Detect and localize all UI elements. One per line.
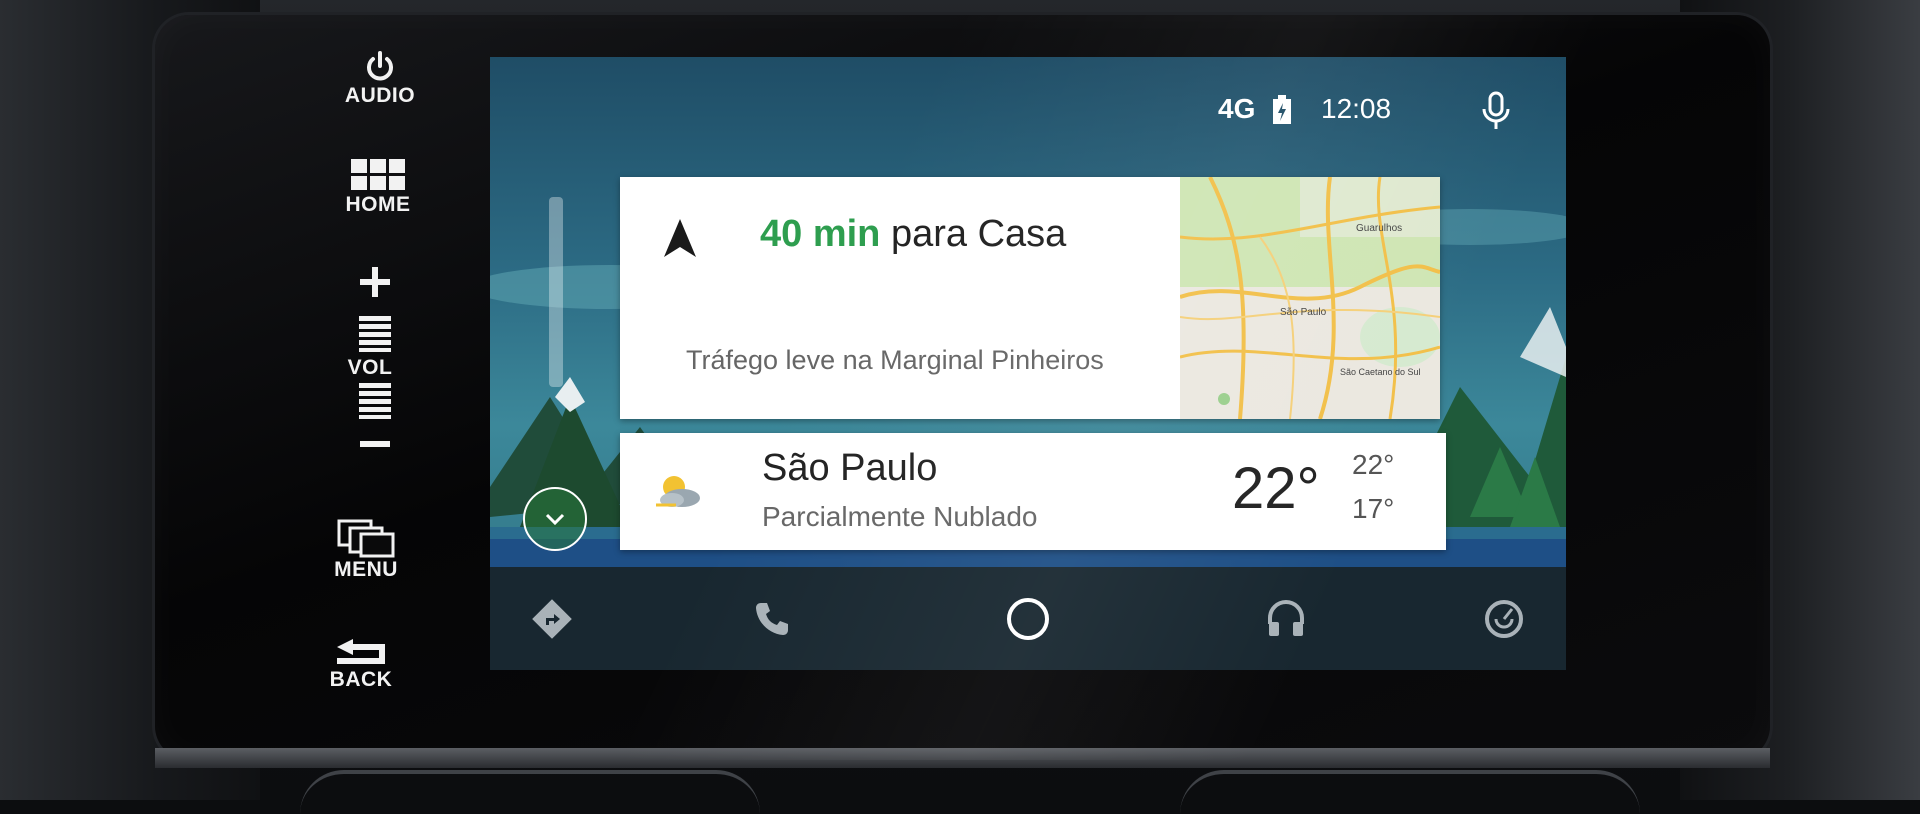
weather-city: São Paulo [762,447,938,489]
volume-up-button[interactable] [315,265,435,299]
expand-button[interactable] [523,487,587,551]
exit-nav-button[interactable] [1472,587,1536,651]
minus-icon [360,441,390,447]
power-icon [367,51,393,81]
route-map[interactable]: Guarulhos São Paulo São Caetano do Sul [1180,177,1440,419]
low-temperature: 17° [1352,493,1395,524]
audio-label: AUDIO [344,84,416,107]
volume-label: VOL [347,356,393,379]
home-label: HOME [345,193,411,216]
music-nav-button[interactable] [1254,587,1318,651]
battery-icon [1273,95,1291,124]
back-button[interactable]: BACK [301,636,421,692]
partly-cloudy-icon [656,476,700,507]
navigation-card[interactable]: 40 min para Casa Tráfego leve na Margina… [620,177,1440,419]
navigation-arrow-icon [664,219,696,257]
navigation-icon [532,599,572,639]
headphones-icon [1268,600,1304,636]
home-circle-icon [1007,598,1049,640]
navigation-nav-button[interactable] [520,587,584,651]
bottom-nav-bar [490,567,1566,670]
menu-button[interactable]: MENU [306,518,426,582]
home-nav-button[interactable] [996,587,1060,651]
volume-level-icon [359,316,391,352]
back-label: BACK [329,668,393,691]
volume-bars-bottom [315,382,435,420]
map-label-sao-paulo: São Paulo [1280,307,1327,318]
weather-condition: Parcialmente Nublado [762,501,1038,532]
clock: 12:08 [1321,93,1392,124]
air-vent-left [300,770,760,814]
weather-card[interactable]: São Paulo Parcialmente Nublado 22° 22° 1… [620,433,1446,550]
map-label-guarulhos: Guarulhos [1356,223,1403,234]
eta-time: 40 min [760,213,881,255]
menu-windows-icon [337,519,395,558]
home-button[interactable]: HOME [318,157,438,217]
eta-line: 40 min para Casa [760,213,1066,256]
map-label-sao-caetano: São Caetano do Sul [1340,367,1421,377]
android-auto-screen: 4G 12:08 40 min para Casa Tráfego leve n… [490,57,1566,670]
air-vent-right [1180,770,1640,814]
microphone-icon[interactable] [1480,91,1512,131]
volume-label-box: VOL [310,356,430,380]
high-temperature: 22° [1352,449,1395,480]
phone-nav-button[interactable] [740,587,804,651]
menu-label: MENU [334,558,398,581]
audio-button[interactable]: AUDIO [320,50,440,108]
eta-destination: para Casa [890,213,1067,255]
network-indicator: 4G [1218,93,1256,124]
dashboard-trim [155,748,1770,768]
back-arrow-icon [337,639,385,664]
volume-down-button[interactable] [315,438,435,450]
grid-icon [351,159,405,190]
current-temperature: 22° [1232,456,1320,521]
map-graphic [1180,177,1440,419]
chevron-down-icon [545,513,565,526]
plus-icon [360,267,390,297]
traffic-info: Tráfego leve na Marginal Pinheiros [686,345,1104,375]
phone-icon [756,603,788,635]
scroll-indicator[interactable] [549,197,563,387]
volume-bars-top [315,315,435,353]
volume-level-icon [359,383,391,419]
exit-icon [1485,600,1523,638]
